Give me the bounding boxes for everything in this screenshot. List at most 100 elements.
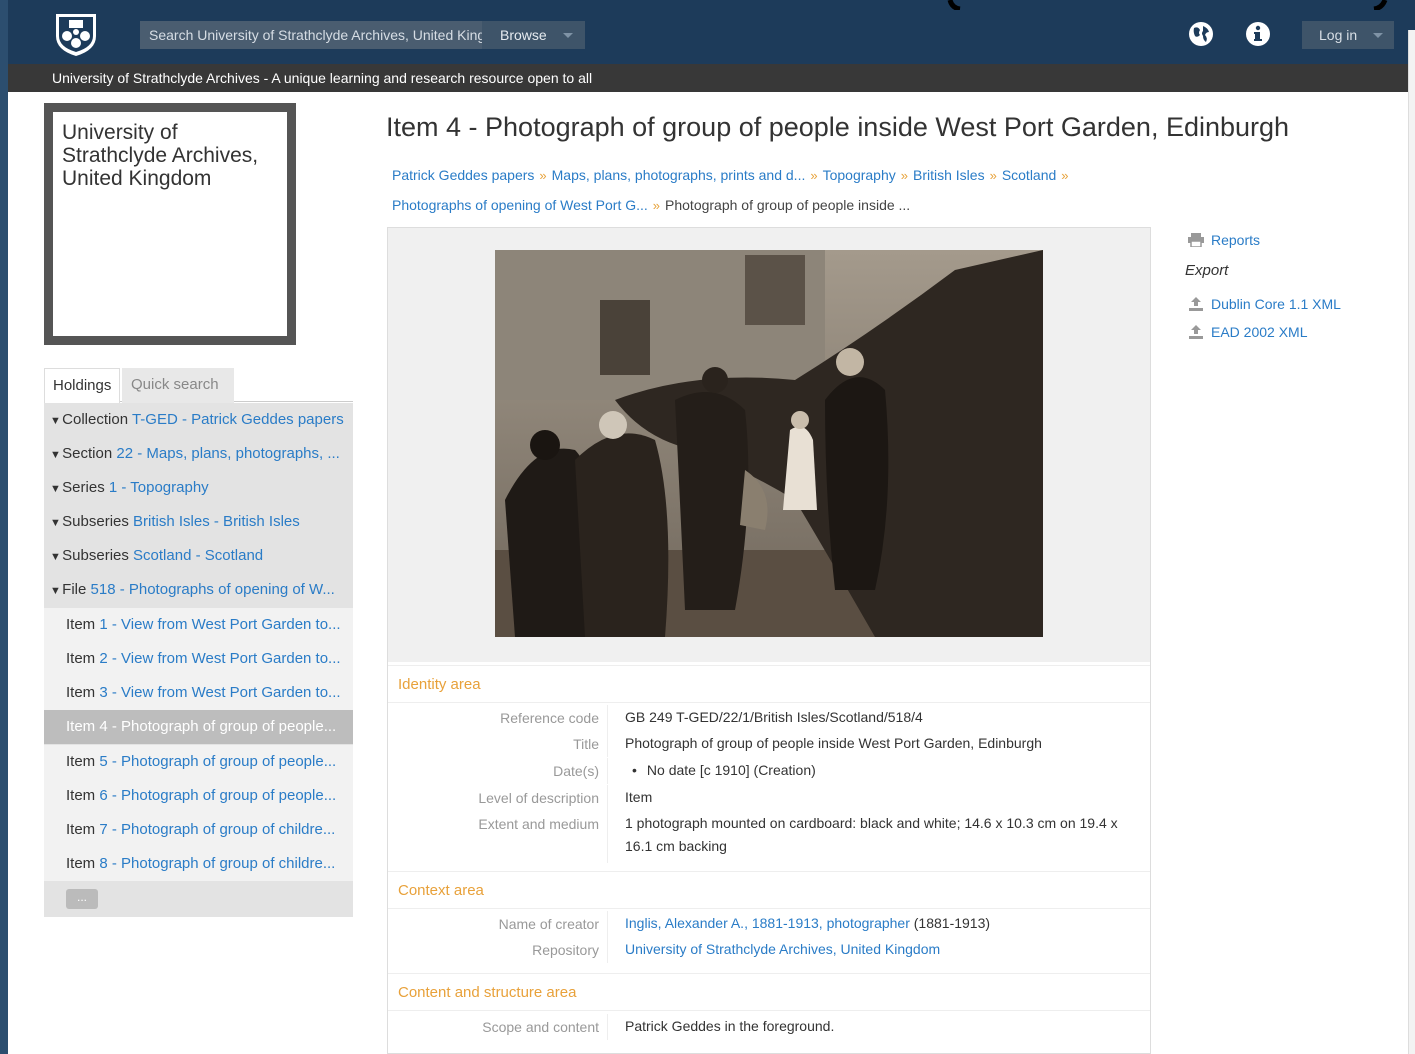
tree-link[interactable]: British Isles - British Isles bbox=[133, 513, 300, 530]
field-label: Name of creator bbox=[388, 911, 608, 937]
level-of-description-field: Level of description Item bbox=[388, 785, 1150, 811]
field-value: Item bbox=[625, 789, 653, 805]
dates-field: Date(s) No date [c 1910] (Creation) bbox=[388, 758, 1150, 784]
tree-link[interactable]: T-GED - Patrick Geddes papers bbox=[132, 411, 344, 428]
tree-row[interactable]: Item 2 - View from West Port Garden to..… bbox=[44, 642, 353, 676]
identity-area-heading[interactable]: Identity area bbox=[388, 665, 1150, 703]
caret-down-icon[interactable]: ▼ bbox=[44, 404, 61, 437]
repository-logo-box[interactable]: University of Strathclyde Archives, Unit… bbox=[44, 103, 296, 345]
tree-row[interactable]: ▼ File 518 - Photographs of opening of W… bbox=[44, 573, 353, 607]
field-value: GB 249 T-GED/22/1/British Isles/Scotland… bbox=[625, 709, 923, 725]
tree-row[interactable]: Item 1 - View from West Port Garden to..… bbox=[44, 608, 353, 642]
browse-button[interactable]: Browse bbox=[482, 21, 585, 49]
repository-name-line: Strathclyde Archives, bbox=[62, 144, 259, 167]
site-tagline: University of Strathclyde Archives - A u… bbox=[0, 64, 1408, 92]
tree-row[interactable]: ▼ Section 22 - Maps, plans, photographs,… bbox=[44, 437, 353, 471]
tree-link[interactable]: 5 - Photograph of group of people... bbox=[99, 753, 336, 770]
breadcrumb-separator-icon: » bbox=[539, 168, 547, 183]
info-icon[interactable] bbox=[1245, 21, 1271, 47]
tree-level: Item bbox=[66, 718, 96, 735]
breadcrumb-separator-icon: » bbox=[900, 168, 908, 183]
breadcrumb-link[interactable]: Topography bbox=[823, 167, 896, 183]
upload-icon bbox=[1189, 325, 1203, 339]
reports-label: Reports bbox=[1211, 232, 1261, 248]
tree-level: Subseries bbox=[62, 513, 129, 530]
tree-link[interactable]: 1 - View from West Port Garden to... bbox=[99, 616, 340, 633]
field-value: No date [c 1910] (Creation) bbox=[625, 758, 1145, 782]
archival-photograph[interactable] bbox=[495, 250, 1043, 637]
tree-link[interactable]: 518 - Photographs of opening of W... bbox=[91, 581, 335, 598]
caret-down-icon[interactable]: ▼ bbox=[44, 574, 61, 607]
tree-link[interactable]: 7 - Photograph of group of childre... bbox=[99, 821, 335, 838]
field-value: Patrick Geddes in the foreground. bbox=[625, 1018, 835, 1034]
sidebar-tabs: Holdings Quick search bbox=[44, 368, 353, 403]
globe-icon[interactable] bbox=[1188, 21, 1214, 47]
login-label: Log in bbox=[1319, 27, 1358, 43]
description-panel: Identity area Reference code GB 249 T-GE… bbox=[387, 227, 1151, 1054]
tree-level: File bbox=[62, 581, 87, 598]
chevron-down-icon bbox=[563, 33, 573, 38]
caret-down-icon[interactable]: ▼ bbox=[44, 540, 61, 573]
login-button[interactable]: Log in bbox=[1302, 21, 1394, 49]
tree-row[interactable]: Item 3 - View from West Port Garden to..… bbox=[44, 676, 353, 710]
search-input[interactable]: Search University of Strathclyde Archive… bbox=[140, 21, 482, 49]
tree-row[interactable]: Item 7 - Photograph of group of childre.… bbox=[44, 813, 353, 847]
tree-row-selected[interactable]: Item 4 - Photograph of group of people..… bbox=[44, 710, 353, 744]
tree-row[interactable]: Item 8 - Photograph of group of childre.… bbox=[44, 847, 353, 881]
dublin-core-export-link[interactable]: Dublin Core 1.1 XML bbox=[1187, 296, 1341, 312]
tree-row[interactable]: ▼ Collection T-GED - Patrick Geddes pape… bbox=[44, 403, 353, 437]
tab-quick-search[interactable]: Quick search bbox=[122, 368, 234, 403]
creator-link[interactable]: Inglis, Alexander A., 1881-1913, photogr… bbox=[625, 915, 910, 931]
field-label: Level of description bbox=[388, 785, 608, 811]
breadcrumb-separator-icon: » bbox=[1061, 168, 1069, 183]
reports-link[interactable]: Reports bbox=[1187, 232, 1260, 248]
scrollbar[interactable] bbox=[1408, 30, 1415, 1054]
caret-down-icon[interactable]: ▼ bbox=[44, 438, 61, 471]
extent-and-medium-field: Extent and medium 1 photograph mounted o… bbox=[388, 811, 1150, 863]
tree-row[interactable]: ▼ Series 1 - Topography bbox=[44, 471, 353, 505]
content-and-structure-area-heading[interactable]: Content and structure area bbox=[388, 973, 1150, 1011]
title-field: Title Photograph of group of people insi… bbox=[388, 731, 1150, 757]
tree-row[interactable]: ▼ Subseries Scotland - Scotland bbox=[44, 539, 353, 573]
tree-link[interactable]: 1 - Topography bbox=[109, 479, 209, 496]
breadcrumb-separator-icon: » bbox=[652, 198, 661, 213]
breadcrumb: Patrick Geddes papers » Maps, plans, photo… bbox=[392, 167, 1074, 183]
more-button[interactable]: ... bbox=[66, 889, 98, 909]
tree-link[interactable]: Scotland - Scotland bbox=[133, 547, 263, 564]
tree-link[interactable]: 2 - View from West Port Garden to... bbox=[99, 650, 340, 667]
field-label: Date(s) bbox=[388, 758, 608, 784]
university-logo-icon[interactable] bbox=[50, 10, 102, 58]
digital-object-area bbox=[388, 228, 1150, 662]
caret-down-icon[interactable]: ▼ bbox=[44, 472, 61, 505]
tree-link[interactable]: 6 - Photograph of group of people... bbox=[99, 787, 336, 804]
field-value: University of Strathclyde Archives, Unit… bbox=[625, 937, 1145, 961]
context-area-heading[interactable]: Context area bbox=[388, 871, 1150, 909]
printer-icon bbox=[1188, 233, 1204, 247]
tree-link[interactable]: 8 - Photograph of group of childre... bbox=[99, 855, 335, 872]
tree-row[interactable]: Item 6 - Photograph of group of people..… bbox=[44, 779, 353, 813]
ead-export-link[interactable]: EAD 2002 XML bbox=[1187, 324, 1308, 340]
name-of-creator-field: Name of creator Inglis, Alexander A., 18… bbox=[388, 911, 1150, 937]
export-heading: Export bbox=[1185, 262, 1229, 279]
tree-level: Item bbox=[66, 650, 96, 667]
breadcrumb-link[interactable]: Scotland bbox=[1002, 167, 1056, 183]
date-entry: No date [c 1910] (Creation) bbox=[625, 762, 816, 778]
tree-row[interactable]: ▼ Subseries British Isles - British Isle… bbox=[44, 505, 353, 539]
field-value: Inglis, Alexander A., 1881-1913, photogr… bbox=[625, 911, 1145, 935]
caret-down-icon[interactable]: ▼ bbox=[44, 506, 61, 539]
tree-row[interactable]: Item 5 - Photograph of group of people..… bbox=[44, 745, 353, 779]
repository-name-line: United Kingdom bbox=[62, 167, 212, 190]
breadcrumb-link[interactable]: British Isles bbox=[913, 167, 985, 183]
breadcrumb-link[interactable]: Photographs of opening of West Port G... bbox=[392, 197, 648, 213]
tree-link[interactable]: 4 - Photograph of group of people... bbox=[99, 718, 336, 735]
tree-link[interactable]: 22 - Maps, plans, photographs, ... bbox=[116, 445, 339, 462]
repository-link[interactable]: University of Strathclyde Archives, Unit… bbox=[625, 941, 940, 957]
scope-and-content-field: Scope and content Patrick Geddes in the … bbox=[388, 1014, 1150, 1040]
breadcrumb-separator-icon: » bbox=[989, 168, 997, 183]
holdings-tree: ▼ Collection T-GED - Patrick Geddes pape… bbox=[44, 403, 353, 917]
tab-holdings[interactable]: Holdings bbox=[44, 368, 121, 403]
tree-link[interactable]: 3 - View from West Port Garden to... bbox=[99, 684, 340, 701]
breadcrumb-link[interactable]: Patrick Geddes papers bbox=[392, 167, 534, 183]
tree-level: Item bbox=[66, 787, 96, 804]
breadcrumb-link[interactable]: Maps, plans, photographs, prints and d..… bbox=[552, 167, 806, 183]
